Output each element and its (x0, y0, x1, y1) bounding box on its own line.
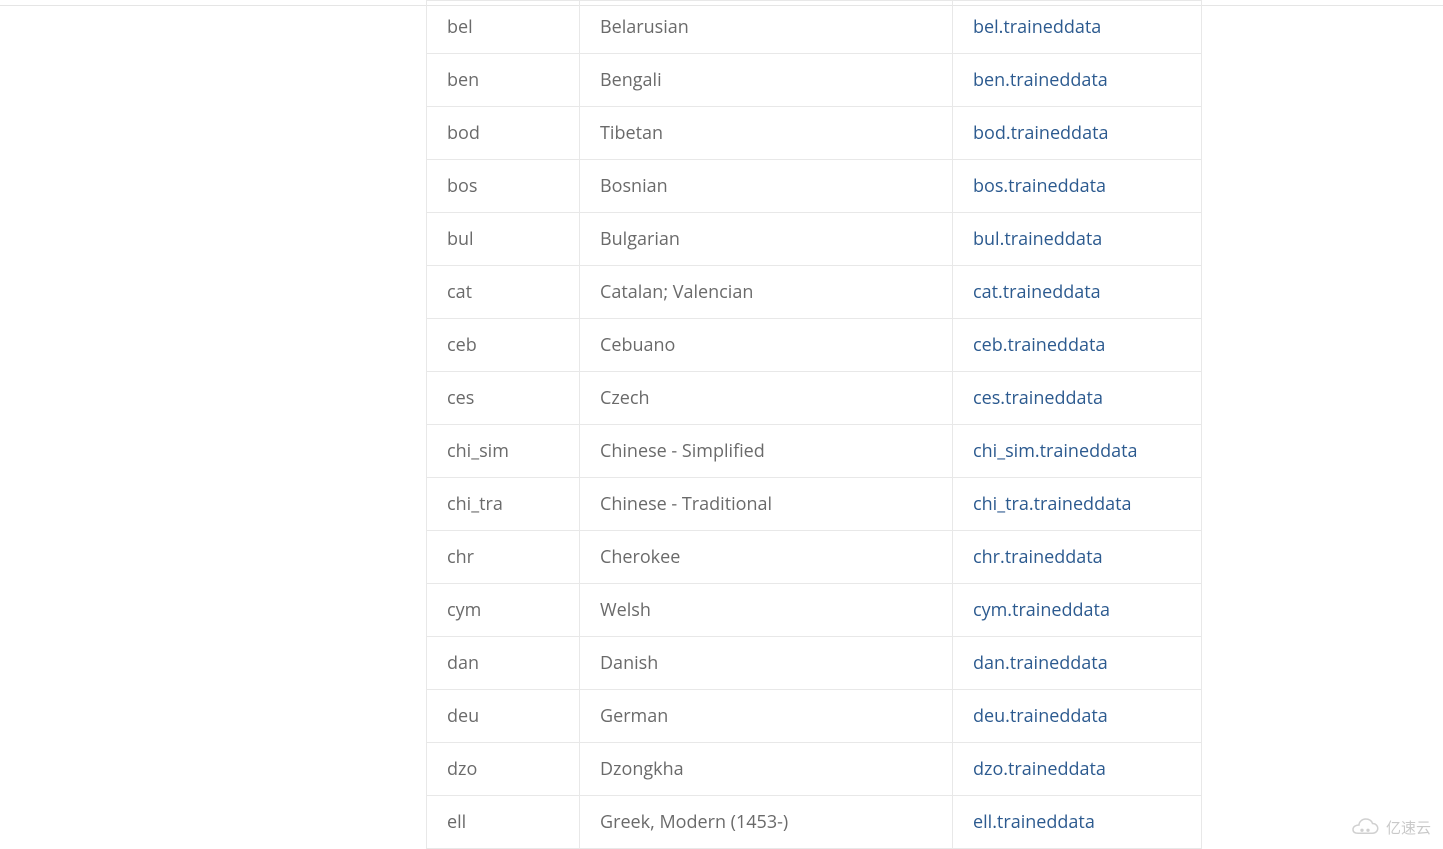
language-table-body: belBelarusianbel.traineddatabenBengalibe… (427, 1, 1202, 849)
lang-file-cell: chi_tra.traineddata (953, 478, 1202, 531)
traineddata-link[interactable]: bod.traineddata (973, 121, 1109, 145)
traineddata-link[interactable]: ces.traineddata (973, 386, 1103, 410)
lang-file-cell: ben.traineddata (953, 54, 1202, 107)
lang-name-cell: Czech (580, 372, 953, 425)
table-row: ellGreek, Modern (1453-) ell.traineddata (427, 796, 1202, 849)
table-row: chi_simChinese - Simplified chi_sim.train… (427, 425, 1202, 478)
lang-name-cell: Welsh (580, 584, 953, 637)
lang-file-cell: ell.traineddata (953, 796, 1202, 849)
table-row: cebCebuano ceb.traineddata (427, 319, 1202, 372)
lang-file-cell: bel.traineddata (953, 1, 1202, 54)
lang-code-cell: chi_tra (427, 478, 580, 531)
cloud-icon (1350, 818, 1380, 838)
lang-code-cell: chi_sim (427, 425, 580, 478)
lang-code-cell: bul (427, 213, 580, 266)
lang-name-cell: Bulgarian (580, 213, 953, 266)
language-table-container: belBelarusianbel.traineddatabenBengalibe… (426, 0, 1201, 849)
lang-file-cell: deu.traineddata (953, 690, 1202, 743)
table-row: benBengali ben.traineddata (427, 54, 1202, 107)
lang-code-cell: chr (427, 531, 580, 584)
lang-name-cell: German (580, 690, 953, 743)
traineddata-link[interactable]: dan.traineddata (973, 651, 1108, 675)
lang-code-cell: ben (427, 54, 580, 107)
lang-code-cell: bel (427, 1, 580, 54)
lang-name-cell: Bengali (580, 54, 953, 107)
lang-name-cell: Cebuano (580, 319, 953, 372)
lang-name-cell: Chinese - Traditional (580, 478, 953, 531)
lang-code-cell: dzo (427, 743, 580, 796)
traineddata-link[interactable]: bel.traineddata (973, 15, 1101, 39)
lang-code-cell: cym (427, 584, 580, 637)
lang-name-cell: Danish (580, 637, 953, 690)
lang-code-cell: ces (427, 372, 580, 425)
lang-file-cell: chi_sim.traineddata (953, 425, 1202, 478)
lang-file-cell: bos.traineddata (953, 160, 1202, 213)
lang-file-cell: bod.traineddata (953, 107, 1202, 160)
table-row: cymWelsh cym.traineddata (427, 584, 1202, 637)
lang-name-cell: Cherokee (580, 531, 953, 584)
lang-name-cell: Tibetan (580, 107, 953, 160)
lang-code-cell: deu (427, 690, 580, 743)
traineddata-link[interactable]: chr.traineddata (973, 545, 1103, 569)
table-row: danDanish dan.traineddata (427, 637, 1202, 690)
traineddata-link[interactable]: dzo.traineddata (973, 757, 1106, 781)
traineddata-link[interactable]: chi_tra.traineddata (973, 492, 1132, 516)
lang-file-cell: ces.traineddata (953, 372, 1202, 425)
language-table: belBelarusianbel.traineddatabenBengalibe… (426, 0, 1202, 849)
traineddata-link[interactable]: ben.traineddata (973, 68, 1108, 92)
table-row: bosBosnian bos.traineddata (427, 160, 1202, 213)
lang-file-cell: dzo.traineddata (953, 743, 1202, 796)
table-row: cesCzech ces.traineddata (427, 372, 1202, 425)
table-row: bodTibetan bod.traineddata (427, 107, 1202, 160)
lang-file-cell: bul.traineddata (953, 213, 1202, 266)
lang-code-cell: bos (427, 160, 580, 213)
lang-name-cell: Bosnian (580, 160, 953, 213)
table-row: belBelarusian bel.traineddata (427, 1, 1202, 54)
lang-name-cell: Greek, Modern (1453-) (580, 796, 953, 849)
lang-file-cell: chr.traineddata (953, 531, 1202, 584)
table-row: bulBulgarian bul.traineddata (427, 213, 1202, 266)
traineddata-link[interactable]: bos.traineddata (973, 174, 1106, 198)
lang-name-cell: Belarusian (580, 1, 953, 54)
traineddata-link[interactable]: bul.traineddata (973, 227, 1102, 251)
watermark: 亿速云 (1350, 817, 1431, 838)
lang-code-cell: bod (427, 107, 580, 160)
traineddata-link[interactable]: deu.traineddata (973, 704, 1108, 728)
lang-code-cell: ceb (427, 319, 580, 372)
lang-file-cell: ceb.traineddata (953, 319, 1202, 372)
traineddata-link[interactable]: chi_sim.traineddata (973, 439, 1138, 463)
lang-file-cell: dan.traineddata (953, 637, 1202, 690)
lang-code-cell: dan (427, 637, 580, 690)
traineddata-link[interactable]: ell.traineddata (973, 810, 1095, 834)
table-row: catCatalan; Valencian cat.traineddata (427, 266, 1202, 319)
lang-name-cell: Dzongkha (580, 743, 953, 796)
table-row: chrCherokee chr.traineddata (427, 531, 1202, 584)
watermark-text: 亿速云 (1386, 817, 1431, 838)
lang-code-cell: ell (427, 796, 580, 849)
table-row: deuGerman deu.traineddata (427, 690, 1202, 743)
lang-name-cell: Chinese - Simplified (580, 425, 953, 478)
lang-file-cell: cym.traineddata (953, 584, 1202, 637)
traineddata-link[interactable]: cym.traineddata (973, 598, 1110, 622)
traineddata-link[interactable]: ceb.traineddata (973, 333, 1105, 357)
traineddata-link[interactable]: cat.traineddata (973, 280, 1101, 304)
lang-name-cell: Catalan; Valencian (580, 266, 953, 319)
table-row: dzoDzongkha dzo.traineddata (427, 743, 1202, 796)
lang-code-cell: cat (427, 266, 580, 319)
lang-file-cell: cat.traineddata (953, 266, 1202, 319)
table-row: chi_traChinese - Traditional chi_tra.trai… (427, 478, 1202, 531)
